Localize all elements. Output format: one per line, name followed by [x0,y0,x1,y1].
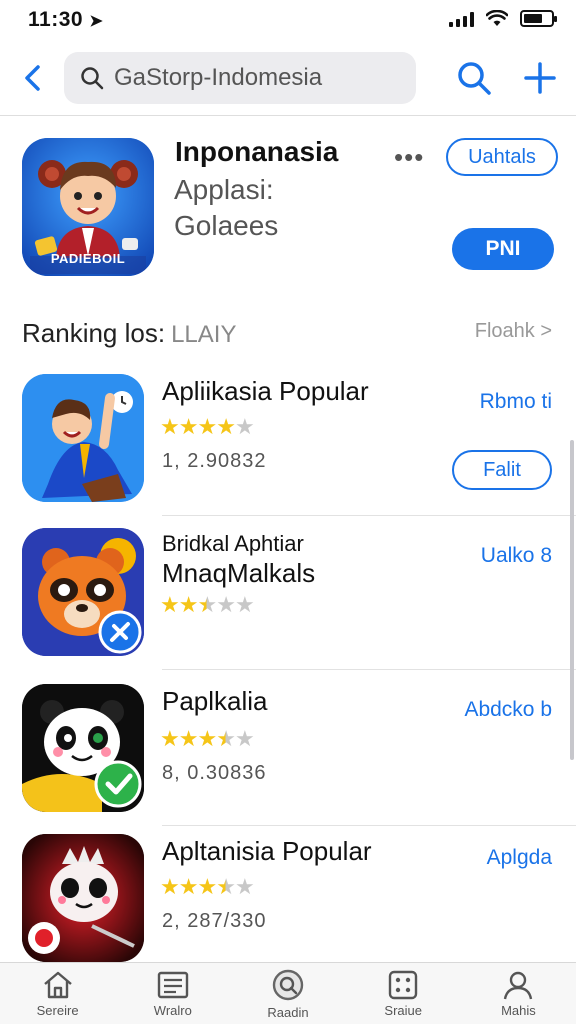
featured-app-category: Golaees [174,210,279,241]
star-rating: ★★★★★ [160,726,255,752]
app-icon [22,528,144,656]
search-icon [81,67,104,90]
star-icon: ★ [160,592,180,617]
boy-cheer-icon [22,374,144,502]
section-title-muted: LLAIY [171,321,237,348]
get-button[interactable]: PNI [452,228,554,270]
ranking-section-header: Ranking los: LLAIY Floahk > [0,310,576,360]
more-options-button[interactable]: ••• [394,142,424,173]
star-icon: ★ [197,414,217,439]
tab-label: Wralro [153,1003,192,1018]
add-button[interactable] [518,56,562,100]
status-icons [449,10,557,27]
app-icon [22,834,144,962]
star-icon: ★ [234,874,255,899]
app-name: Bridkal Aphtiar [162,531,304,556]
rating-count: 8, 0.30836 [162,762,267,784]
app-row-2[interactable]: Bridkal Aphtiar MnaqMalkals ★★★★★ Ualko … [0,520,576,670]
star-icon: ★ [160,414,180,439]
battery-icon [520,10,557,27]
star-icon: ★ [234,592,255,617]
star-icon: ★ [216,414,236,439]
star-icon: ★ [160,874,180,899]
star-rating: ★★★★★ [160,592,255,618]
featured-app-icon[interactable]: PADIEBOIL [22,138,154,276]
orange-panda-icon [22,528,144,656]
star-icon: ★ [234,414,255,439]
featured-app: PADIEBOIL Inponanasia Applasi: Golaees •… [0,120,576,300]
scrollbar[interactable] [570,440,574,760]
rating-count: 1, 2.90832 [162,450,267,472]
featured-app-title: Inponanasia [175,136,339,167]
star-icon: ★ [216,726,236,751]
app-icon [22,374,144,502]
star-icon: ★ [178,726,199,751]
tab-bar: Sereire Wralro Raadin Sraiue Mahis [0,962,576,1024]
app-name: Apliikasia Popular [162,376,369,406]
star-rating: ★★★★★ [160,874,255,900]
signal-icon [449,11,474,27]
app-link[interactable]: Aplgda [487,846,552,870]
row-divider [162,669,576,670]
news-icon [157,971,188,999]
tab-label: Sraiue [384,1003,422,1018]
status-time: 11:30 ➤ [28,8,104,31]
star-icon: ★ [197,592,217,617]
details-button[interactable]: Uahtals [446,138,558,176]
search-button[interactable] [452,56,496,100]
app-link[interactable]: Rbmo ti [480,390,552,414]
app-name: Apltanisia Popular [162,836,372,866]
chevron-left-icon [25,65,40,91]
star-icon: ★ [178,592,199,617]
star-icon: ★ [234,726,255,751]
star-icon: ★ [178,414,199,439]
app-icon [22,684,144,812]
star-icon: ★ [197,726,217,751]
row-divider [162,515,576,516]
tab-games[interactable]: Sraiue [346,963,461,1024]
star-icon: ★ [178,874,199,899]
red-panda-icon [22,834,144,962]
tab-label: Raadin [267,1005,309,1020]
app-link[interactable]: Abdcko b [464,698,552,722]
status-bar: 11:30 ➤ [0,0,576,40]
rating-count: 2, 287/330 [162,910,267,932]
section-title: Ranking los: LLAIY [22,318,237,348]
star-icon: ★ [197,874,217,899]
app-name-line2: MnaqMalkals [162,558,316,588]
tab-label: Mahis [501,1003,536,1018]
star-icon: ★ [160,726,180,751]
app-row-4[interactable]: Apltanisia Popular ★★★★★ 2, 287/330 Aplg… [0,826,576,976]
tab-search[interactable]: Raadin [230,963,345,1024]
navigation-bar [0,44,576,116]
star-icon: ★ [216,592,236,617]
icon-caption: PADIEBOIL [50,251,126,266]
star-icon: ★ [216,874,236,899]
tab-label: Sereire [36,1003,79,1018]
app-name: Paplkalia [162,686,268,716]
app-link[interactable]: Ualko 8 [481,544,552,568]
see-all-link[interactable]: Floahk > [475,320,552,343]
home-icon [43,971,72,999]
search-input[interactable] [114,64,404,92]
search-icon [272,969,304,1001]
white-panda-icon [22,684,144,812]
featured-app-subtitle: Applasi: [174,174,274,205]
games-icon [389,970,418,1000]
search-icon [458,62,491,95]
search-box[interactable] [64,52,416,104]
star-rating: ★★★★★ [160,414,255,440]
wifi-icon [486,10,508,26]
plus-icon [524,62,556,94]
tab-profile[interactable]: Mahis [461,963,576,1024]
back-button[interactable] [16,58,48,98]
open-button[interactable]: Falit [452,450,552,490]
tab-home[interactable]: Sereire [0,963,115,1024]
tab-news[interactable]: Wralro [115,963,230,1024]
app-row-3[interactable]: Paplkalia ★★★★★ 8, 0.30836 Abdcko b [0,676,576,826]
profile-icon [504,971,533,1000]
app-row-1[interactable]: Apliikasia Popular ★★★★★ 1, 2.90832 Rbmo… [0,366,576,516]
